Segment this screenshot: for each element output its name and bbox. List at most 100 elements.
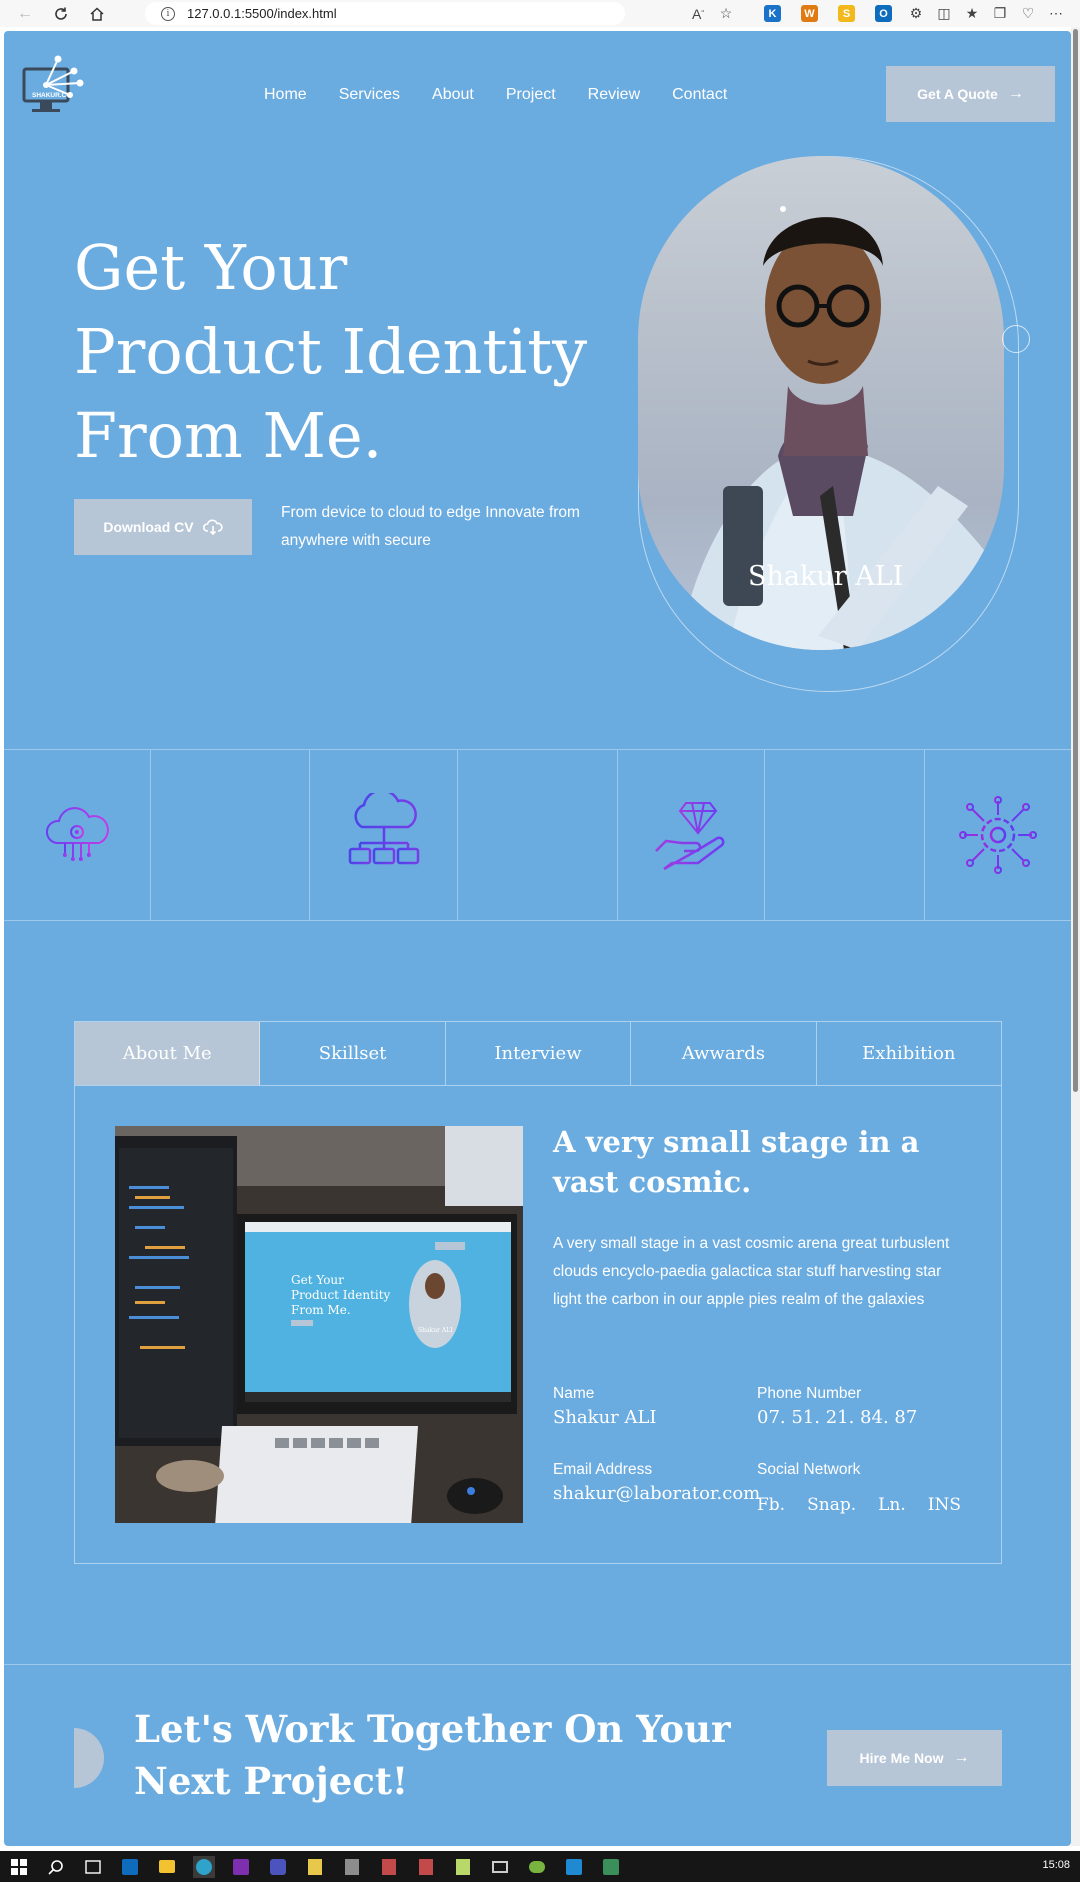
notepad-app-icon[interactable] [452, 1856, 474, 1878]
k-extension-icon[interactable]: K [764, 5, 781, 22]
pdf-app-icon[interactable] [415, 1856, 437, 1878]
s-extension-icon[interactable]: S [838, 5, 855, 22]
nav-services[interactable]: Services [339, 86, 400, 104]
tab-awwards[interactable]: Awwards [631, 1022, 817, 1085]
hero-title-line: Product Identity [74, 315, 588, 388]
feature-cell [925, 750, 1071, 920]
diamond-hand-icon [655, 802, 725, 871]
nav-project[interactable]: Project [506, 86, 556, 104]
url-text: 127.0.0.1:5500/index.html [187, 6, 337, 21]
cloud-download-icon [202, 519, 223, 535]
teams-app-icon[interactable] [267, 1856, 289, 1878]
refresh-icon[interactable] [50, 3, 72, 25]
favorite-star-icon[interactable]: ☆ [716, 4, 736, 24]
nav-review[interactable]: Review [588, 86, 640, 104]
sticky-app-icon[interactable] [304, 1856, 326, 1878]
site-logo[interactable]: SHAKUR.CO [22, 51, 100, 123]
clock[interactable]: 15:08 [1042, 1859, 1070, 1871]
features-strip [4, 749, 1071, 921]
portrait-photo: Shakur ALI [638, 156, 1004, 650]
feature-cell [765, 750, 925, 920]
collections-icon[interactable]: ❐ [990, 4, 1010, 24]
feature-cell [458, 750, 618, 920]
tab-bar: About Me Skillset Interview Awwards Exhi… [75, 1022, 1001, 1086]
address-bar[interactable]: i 127.0.0.1:5500/index.html [145, 2, 625, 25]
favorites-icon[interactable]: ★ [962, 4, 982, 24]
nav-about[interactable]: About [432, 86, 474, 104]
portrait-name: Shakur ALI [748, 561, 904, 592]
w-extension-icon[interactable]: W [801, 5, 818, 22]
about-text: A very small stage in a vast cosmic aren… [553, 1235, 950, 1308]
file-explorer-icon[interactable] [156, 1856, 178, 1878]
edge-browser-icon[interactable] [193, 1855, 215, 1878]
windows-start-icon[interactable] [8, 1856, 30, 1878]
site-header: SHAKUR.CO Home Services About Project Re… [4, 31, 1071, 151]
hero-title-line: Get Your [74, 231, 348, 304]
back-icon[interactable]: ← [14, 3, 36, 25]
task-view-icon[interactable] [82, 1856, 104, 1878]
tab-about-me[interactable]: About Me [75, 1022, 261, 1085]
vscode-app-icon[interactable] [563, 1856, 585, 1878]
tab-skillset[interactable]: Skillset [260, 1022, 446, 1085]
tab-interview[interactable]: Interview [446, 1022, 632, 1085]
pdf-app-icon[interactable] [378, 1856, 400, 1878]
app-icon[interactable] [600, 1856, 622, 1878]
outlook-extension-icon[interactable]: O [875, 5, 892, 22]
app-icon[interactable] [526, 1856, 548, 1878]
portfolio-page: SHAKUR.CO Home Services About Project Re… [4, 31, 1071, 1846]
split-screen-icon[interactable]: ◫ [934, 4, 954, 24]
social-link-instagram[interactable]: INS [928, 1495, 961, 1515]
workspace-photo: Get Your Product Identity From Me. Shaku… [115, 1126, 523, 1523]
home-icon[interactable] [86, 3, 108, 25]
feature-cell [4, 750, 151, 920]
search-icon[interactable] [45, 1856, 67, 1878]
hero-title: Get Your Product Identity From Me. [74, 226, 634, 478]
hero-description: From device to cloud to edge Innovate fr… [281, 504, 580, 549]
screen-portrait-name: Shakur ALI [418, 1327, 453, 1334]
circuit-gear-icon [959, 796, 1037, 874]
name-value: Shakur ALI [553, 1407, 657, 1428]
page-scrollbar[interactable] [1071, 27, 1080, 1846]
extensions-puzzle-icon[interactable]: ⚙ [906, 4, 926, 24]
read-aloud-icon[interactable]: A “ [688, 4, 708, 24]
more-menu-icon[interactable]: ⋯ [1046, 4, 1066, 24]
get-quote-button[interactable]: Get A Quote → [886, 66, 1055, 122]
onenote-app-icon[interactable] [230, 1856, 252, 1878]
nav-home[interactable]: Home [264, 86, 307, 104]
phone-value: 07. 51. 21. 84. 87 [757, 1407, 918, 1428]
social-label: Social Network [757, 1461, 861, 1478]
tab-exhibition[interactable]: Exhibition [817, 1022, 1001, 1085]
outlook-app-icon[interactable] [119, 1856, 141, 1878]
get-quote-label: Get A Quote [917, 86, 998, 102]
arrow-right-icon: → [953, 1749, 970, 1766]
browser-toolbar: ← i 127.0.0.1:5500/index.html A “ ☆ K W S… [0, 0, 1080, 27]
screen-title-line: Product Identity [291, 1288, 391, 1302]
browser-essentials-icon[interactable]: ♡ [1018, 4, 1038, 24]
portrait-frame: Shakur ALI [636, 154, 1030, 694]
cloud-gear-icon [45, 807, 109, 861]
scrollbar-thumb[interactable] [1073, 29, 1078, 1092]
calculator-app-icon[interactable] [341, 1856, 363, 1878]
tabs-panel: About Me Skillset Interview Awwards Exhi… [74, 1021, 1002, 1564]
windows-taskbar: 15:08 [0, 1851, 1080, 1882]
hire-me-label: Hire Me Now [859, 1750, 944, 1766]
network-tool-icon[interactable] [489, 1856, 511, 1878]
email-value[interactable]: shakur@laborator.com [553, 1483, 760, 1504]
nav-contact[interactable]: Contact [672, 86, 727, 104]
logo-text: SHAKUR.CO [32, 92, 71, 99]
screen-title-line: From Me. [291, 1303, 351, 1317]
social-link-linkedin[interactable]: Ln. [878, 1495, 906, 1515]
download-cv-button[interactable]: Download CV [74, 499, 252, 555]
feature-cell [151, 750, 310, 920]
hero-title-line: From Me. [74, 399, 383, 472]
download-cv-label: Download CV [103, 519, 194, 535]
social-link-facebook[interactable]: Fb. [757, 1495, 785, 1515]
screen-title-line: Get Your [291, 1273, 344, 1287]
decorative-circle [1002, 325, 1030, 353]
cta-title: Let's Work Together On Your Next Project… [134, 1707, 731, 1803]
social-link-snapchat[interactable]: Snap. [807, 1495, 856, 1515]
hire-me-button[interactable]: Hire Me Now → [827, 1730, 1002, 1786]
email-label: Email Address [553, 1461, 653, 1478]
phone-label: Phone Number [757, 1385, 862, 1402]
site-info-icon[interactable]: i [161, 6, 175, 21]
